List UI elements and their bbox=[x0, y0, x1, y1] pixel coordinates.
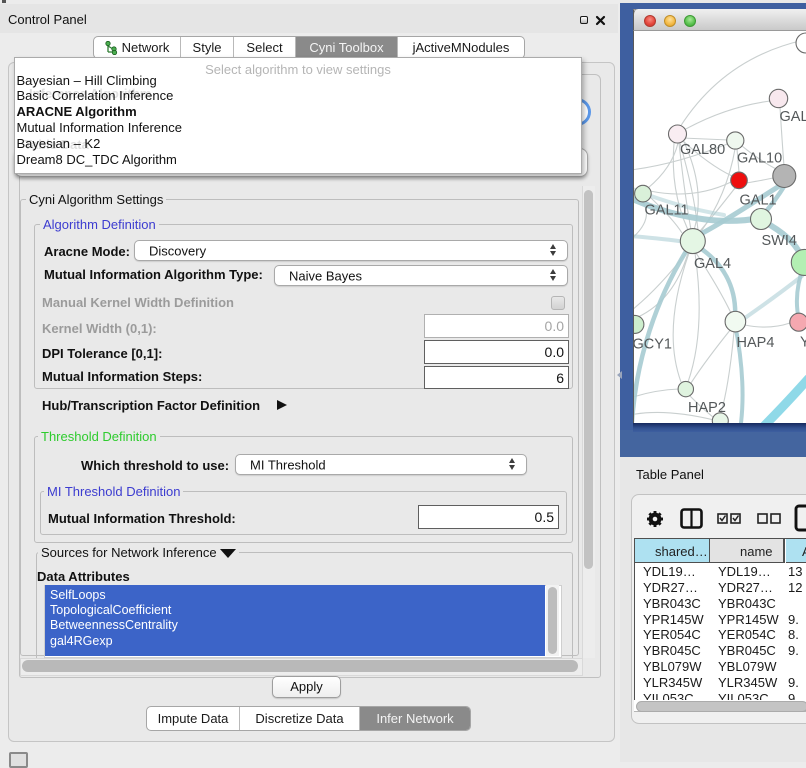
svg-text:GAL: GAL bbox=[780, 109, 806, 125]
svg-text:GCY1: GCY1 bbox=[634, 337, 672, 353]
svg-text:GAL11: GAL11 bbox=[645, 203, 689, 219]
svg-text:Y: Y bbox=[800, 335, 806, 351]
svg-text:HAP2: HAP2 bbox=[688, 400, 726, 416]
svg-text:GAL10: GAL10 bbox=[737, 151, 782, 167]
svg-text:GAL4: GAL4 bbox=[694, 256, 731, 272]
svg-text:HAP4: HAP4 bbox=[737, 335, 775, 351]
svg-text:GAL1: GAL1 bbox=[740, 193, 777, 209]
svg-text:GAL80: GAL80 bbox=[680, 142, 725, 158]
svg-text:SWI4: SWI4 bbox=[762, 233, 797, 249]
